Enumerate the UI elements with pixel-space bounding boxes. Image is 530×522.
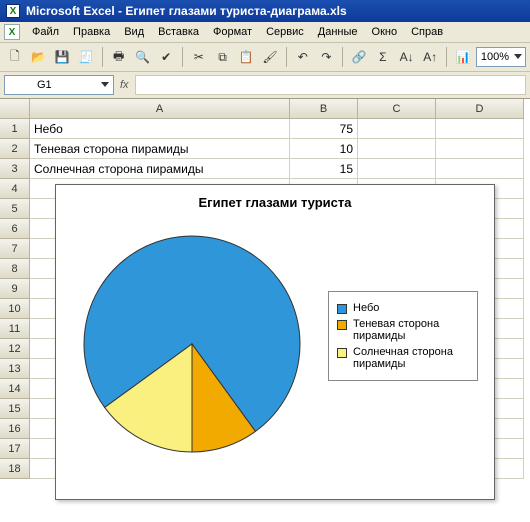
cell[interactable]: 75 (290, 119, 358, 139)
spellcheck-icon[interactable]: ✔ (155, 46, 177, 68)
cut-icon[interactable]: ✂ (188, 46, 210, 68)
menu-format[interactable]: Формат (207, 24, 258, 40)
window-titlebar: X Microsoft Excel - Египет глазами турис… (0, 0, 530, 22)
new-icon[interactable]: 🗋 (4, 46, 26, 68)
print-preview-icon[interactable]: 🔍 (132, 46, 154, 68)
permission-icon[interactable]: 🧾 (75, 46, 97, 68)
legend-swatch (337, 320, 347, 330)
menu-help[interactable]: Справ (405, 24, 449, 40)
legend-swatch (337, 348, 347, 358)
name-box-value: G1 (37, 79, 52, 91)
col-header-A[interactable]: A (30, 99, 290, 119)
row-header[interactable]: 12 (0, 339, 30, 359)
toolbar-separator (182, 47, 183, 67)
undo-icon[interactable]: ↶ (292, 46, 314, 68)
grid-area: Небо75Теневая сторона пирамиды10Солнечна… (30, 119, 530, 479)
toolbar-separator (342, 47, 343, 67)
cell[interactable] (436, 139, 524, 159)
zoom-value: 100% (481, 51, 509, 63)
open-icon[interactable]: 📂 (28, 46, 50, 68)
doc-name: Египет глазами туриста-диаграма.xls (125, 4, 346, 18)
row-header[interactable]: 3 (0, 159, 30, 179)
save-icon[interactable]: 💾 (51, 46, 73, 68)
menu-data[interactable]: Данные (312, 24, 364, 40)
column-headers: A B C D (30, 99, 530, 119)
row-header[interactable]: 1 (0, 119, 30, 139)
legend-item: Небо (337, 302, 469, 314)
col-header-D[interactable]: D (436, 99, 524, 119)
standard-toolbar: 🗋 📂 💾 🧾 🖶 🔍 ✔ ✂ ⧉ 📋 🖌 ↶ ↷ 🔗 Σ A↓ A↑ 📊 10… (0, 43, 530, 72)
chart-legend: Небо Теневая сторона пирамиды Солнечная ст… (328, 291, 478, 381)
legend-swatch (337, 304, 347, 314)
menu-insert[interactable]: Вставка (152, 24, 205, 40)
autosum-icon[interactable]: Σ (372, 46, 394, 68)
menu-file[interactable]: Файл (26, 24, 65, 40)
select-all-corner[interactable] (0, 99, 30, 119)
legend-item: Солнечная сторона пирамиды (337, 346, 469, 370)
name-box[interactable]: G1 (4, 75, 114, 95)
paste-icon[interactable]: 📋 (235, 46, 257, 68)
row-header[interactable]: 5 (0, 199, 30, 219)
toolbar-separator (446, 47, 447, 67)
embedded-chart[interactable]: Египет глазами туриста Небо Теневая сторо… (55, 184, 495, 500)
print-icon[interactable]: 🖶 (108, 46, 130, 68)
menu-bar: X Файл Правка Вид Вставка Формат Сервис … (0, 22, 530, 43)
menu-tools[interactable]: Сервис (260, 24, 310, 40)
format-painter-icon[interactable]: 🖌 (259, 46, 281, 68)
row-header[interactable]: 16 (0, 419, 30, 439)
menu-window[interactable]: Окно (366, 24, 404, 40)
row-header[interactable]: 2 (0, 139, 30, 159)
col-header-B[interactable]: B (290, 99, 358, 119)
redo-icon[interactable]: ↷ (316, 46, 338, 68)
row-header[interactable]: 13 (0, 359, 30, 379)
cell[interactable]: 15 (290, 159, 358, 179)
zoom-dropdown[interactable]: 100% (476, 47, 526, 67)
cell[interactable] (358, 159, 436, 179)
copy-icon[interactable]: ⧉ (212, 46, 234, 68)
row-header[interactable]: 6 (0, 219, 30, 239)
app-name: Microsoft Excel (26, 4, 115, 18)
pie-chart (72, 216, 312, 456)
cell[interactable]: Теневая сторона пирамиды (30, 139, 290, 159)
legend-label: Небо (353, 302, 379, 314)
chart-wizard-icon[interactable]: 📊 (452, 46, 474, 68)
legend-item: Теневая сторона пирамиды (337, 318, 469, 342)
toolbar-separator (286, 47, 287, 67)
row-header[interactable]: 9 (0, 279, 30, 299)
row-header[interactable]: 10 (0, 299, 30, 319)
cell[interactable]: Солнечная сторона пирамиды (30, 159, 290, 179)
sort-asc-icon[interactable]: A↓ (396, 46, 418, 68)
row-header[interactable]: 15 (0, 399, 30, 419)
menu-view[interactable]: Вид (118, 24, 150, 40)
titlebar-text: Microsoft Excel - Египет глазами туриста… (26, 4, 347, 18)
formula-bar: G1 fx (0, 72, 530, 99)
fx-icon[interactable]: fx (120, 79, 129, 91)
sort-desc-icon[interactable]: A↑ (419, 46, 441, 68)
col-header-C[interactable]: C (358, 99, 436, 119)
excel-icon: X (6, 4, 20, 18)
chart-title: Египет глазами туриста (56, 195, 494, 210)
cell[interactable] (436, 159, 524, 179)
cell[interactable]: Небо (30, 119, 290, 139)
row-header[interactable]: 18 (0, 459, 30, 479)
cell[interactable] (436, 119, 524, 139)
row-header[interactable]: 8 (0, 259, 30, 279)
formula-input[interactable] (135, 75, 526, 95)
cell[interactable] (358, 139, 436, 159)
row-header[interactable]: 4 (0, 179, 30, 199)
hyperlink-icon[interactable]: 🔗 (348, 46, 370, 68)
legend-label: Теневая сторона пирамиды (353, 318, 469, 342)
menu-edit[interactable]: Правка (67, 24, 116, 40)
row-header[interactable]: 17 (0, 439, 30, 459)
cell[interactable] (358, 119, 436, 139)
worksheet: 123456789101112131415161718 A B C D Небо… (0, 99, 530, 479)
row-header[interactable]: 7 (0, 239, 30, 259)
row-header[interactable]: 11 (0, 319, 30, 339)
excel-doc-icon[interactable]: X (4, 24, 20, 40)
toolbar-separator (102, 47, 103, 67)
row-header[interactable]: 14 (0, 379, 30, 399)
cell[interactable]: 10 (290, 139, 358, 159)
legend-label: Солнечная сторона пирамиды (353, 346, 469, 370)
